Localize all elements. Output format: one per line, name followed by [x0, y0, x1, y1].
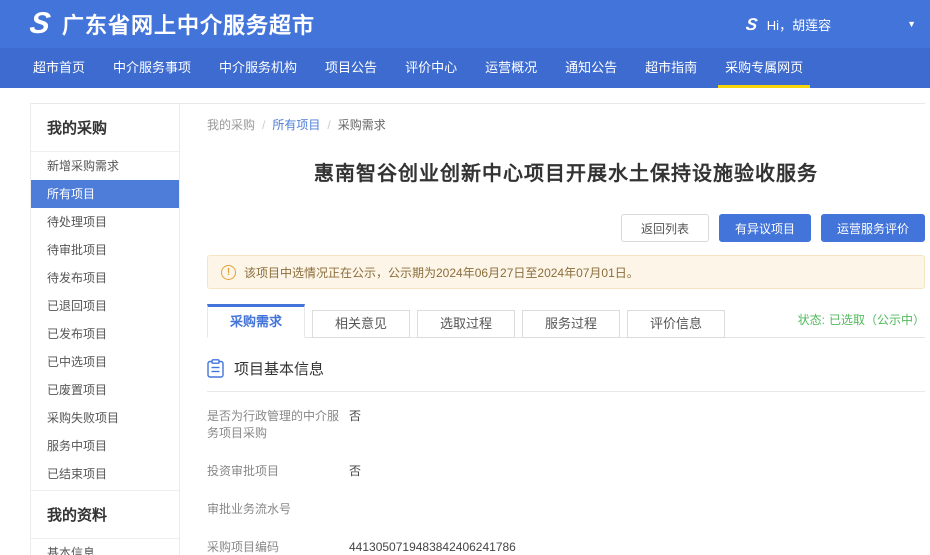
sidebar: 我的采购 新增采购需求 所有项目 待处理项目 待审批项目 待发布项目 已退回项目… [30, 104, 180, 555]
field-label: 是否为行政管理的中介服务项目采购 [207, 408, 339, 442]
breadcrumb-my-purchases[interactable]: 我的采购 [207, 116, 255, 133]
breadcrumb-separator: / [262, 118, 265, 132]
objection-project-button[interactable]: 有异议项目 [719, 214, 811, 242]
user-greeting: Hi，胡莲容 [767, 15, 831, 34]
sidebar-item-published[interactable]: 已发布项目 [31, 320, 179, 348]
user-menu[interactable]: S Hi，胡莲容 ▼ [746, 15, 916, 34]
project-basic-info-fields: 是否为行政管理的中介服务项目采购 否 投资审批项目 否 审批业务流水号 采购项目… [207, 408, 925, 555]
status-value: 已选取（公示中） [829, 313, 925, 327]
field-row-approval-serial-number: 审批业务流水号 [207, 501, 925, 518]
action-buttons: 返回列表 有异议项目 运营服务评价 [207, 214, 925, 242]
sidebar-item-in-service[interactable]: 服务中项目 [31, 432, 179, 460]
section-title: 项目基本信息 [234, 358, 324, 379]
clipboard-icon [207, 359, 224, 378]
status-badge: 状态: 已选取（公示中） [798, 311, 925, 337]
sidebar-item-basic-info[interactable]: 基本信息 [31, 539, 179, 555]
tab-service-process[interactable]: 服务过程 [522, 310, 620, 338]
nav-item-guide[interactable]: 超市指南 [632, 48, 710, 88]
sidebar-item-failed[interactable]: 采购失败项目 [31, 404, 179, 432]
field-label: 投资审批项目 [207, 463, 339, 480]
section-header-basic-info: 项目基本信息 [207, 358, 925, 392]
nav-item-evaluation-center[interactable]: 评价中心 [392, 48, 470, 88]
service-evaluation-button[interactable]: 运营服务评价 [821, 214, 925, 242]
site-header: S 广东省网上中介服务超市 S Hi，胡莲容 ▼ [0, 0, 930, 48]
warning-circle-icon: ! [221, 265, 236, 280]
tab-related-opinions[interactable]: 相关意见 [312, 310, 410, 338]
back-to-list-button[interactable]: 返回列表 [621, 214, 709, 242]
status-label: 状态: [798, 313, 825, 327]
field-row-admin-intermediary: 是否为行政管理的中介服务项目采购 否 [207, 408, 925, 442]
breadcrumb-current: 采购需求 [338, 116, 386, 133]
sidebar-item-finished[interactable]: 已结束项目 [31, 460, 179, 488]
sidebar-item-pending-projects[interactable]: 待处理项目 [31, 208, 179, 236]
publicity-notice: ! 该项目中选情况正在公示，公示期为2024年06月27日至2024年07月01… [207, 255, 925, 289]
field-label: 采购项目编码 [207, 539, 339, 555]
sidebar-item-returned[interactable]: 已退回项目 [31, 292, 179, 320]
sidebar-item-awaiting-approval[interactable]: 待审批项目 [31, 236, 179, 264]
nav-item-service-items[interactable]: 中介服务事项 [100, 48, 204, 88]
field-label: 审批业务流水号 [207, 501, 339, 518]
content-wrap: 我的采购 新增采购需求 所有项目 待处理项目 待审批项目 待发布项目 已退回项目… [30, 103, 925, 555]
brand-logo-icon[interactable]: S [28, 9, 52, 39]
field-row-investment-approval: 投资审批项目 否 [207, 463, 925, 480]
sidebar-section-my-purchases: 我的采购 [31, 104, 179, 152]
nav-item-purchaser-page[interactable]: 采购专属网页 [712, 48, 816, 88]
sidebar-item-abandoned[interactable]: 已废置项目 [31, 376, 179, 404]
nav-item-announcements[interactable]: 通知公告 [552, 48, 630, 88]
sidebar-item-all-projects[interactable]: 所有项目 [31, 180, 179, 208]
nav-item-project-notices[interactable]: 项目公告 [312, 48, 390, 88]
nav-item-home[interactable]: 超市首页 [20, 48, 98, 88]
user-logo-icon: S [745, 16, 759, 33]
breadcrumb: 我的采购 / 所有项目 / 采购需求 [207, 104, 925, 133]
nav-item-operation-overview[interactable]: 运营概况 [472, 48, 550, 88]
field-row-project-code: 采购项目编码 4413050719483842406241786 [207, 539, 925, 555]
chevron-down-icon[interactable]: ▼ [907, 19, 916, 29]
tab-evaluation-info[interactable]: 评价信息 [627, 310, 725, 338]
tab-selection-process[interactable]: 选取过程 [417, 310, 515, 338]
breadcrumb-all-projects[interactable]: 所有项目 [272, 116, 320, 133]
field-value: 否 [349, 463, 361, 480]
tabs: 采购需求 相关意见 选取过程 服务过程 评价信息 [207, 304, 725, 337]
breadcrumb-separator: / [327, 118, 330, 132]
sidebar-item-awaiting-publish[interactable]: 待发布项目 [31, 264, 179, 292]
tabs-row: 采购需求 相关意见 选取过程 服务过程 评价信息 状态: 已选取（公示中） [207, 304, 925, 338]
page-title: 惠南智谷创业创新中心项目开展水土保持设施验收服务 [207, 157, 925, 186]
main-nav: 超市首页 中介服务事项 中介服务机构 项目公告 评价中心 运营概况 通知公告 超… [0, 48, 930, 88]
sidebar-section-my-profile: 我的资料 [31, 490, 179, 539]
sidebar-item-selected[interactable]: 已中选项目 [31, 348, 179, 376]
field-value: 否 [349, 408, 361, 442]
sidebar-item-new-demand[interactable]: 新增采购需求 [31, 152, 179, 180]
tab-procurement-demand[interactable]: 采购需求 [207, 304, 305, 338]
site-title[interactable]: 广东省网上中介服务超市 [62, 8, 315, 40]
main-content: 我的采购 / 所有项目 / 采购需求 惠南智谷创业创新中心项目开展水土保持设施验… [180, 104, 925, 555]
notice-text: 该项目中选情况正在公示，公示期为2024年06月27日至2024年07月01日。 [244, 264, 639, 281]
nav-item-service-orgs[interactable]: 中介服务机构 [206, 48, 310, 88]
field-value: 4413050719483842406241786 [349, 539, 516, 555]
